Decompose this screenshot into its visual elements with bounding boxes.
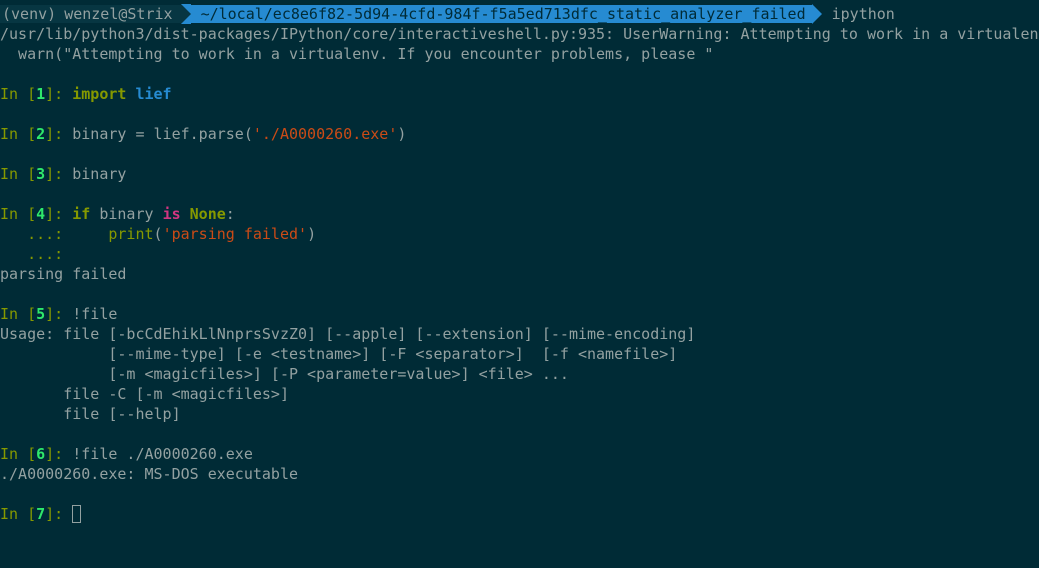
in-prompt-close: ]: [45, 85, 73, 103]
warning-line-1: /usr/lib/python3/dist-packages/IPython/c… [0, 25, 1039, 43]
code-text: !file ./A0000260.exe [72, 445, 253, 463]
in-prompt-close: ]: [45, 165, 73, 183]
code-text: binary = lief.parse( [72, 125, 253, 143]
output-text: parsing failed [0, 265, 127, 283]
cwd-path-segment: ~/local/ec8e6f82-5d94-4cfd-984f-f5a5ed71… [190, 5, 812, 23]
output-text: file [--help] [0, 405, 181, 423]
in-prompt-number: 2 [36, 125, 46, 143]
in-prompt-label: In [ [0, 305, 37, 323]
in-prompt-close: ]: [45, 505, 73, 523]
output-text: [-m <magicfiles>] [-P <parameter=value>]… [0, 365, 569, 383]
continuation-line: ...: [0, 244, 72, 264]
input-cell-3: In [3]: binary [0, 164, 126, 184]
user-host-segment: wenzel@Strix [58, 5, 181, 23]
in-prompt-close: ]: [45, 125, 73, 143]
builtin-print: print [108, 225, 154, 243]
keyword-is: is [162, 205, 181, 223]
input-cell-1: In [1]: import lief [0, 84, 172, 104]
string-literal: './A0000260.exe' [252, 125, 398, 143]
code-text: !file [72, 305, 118, 323]
input-cell-6: In [6]: !file ./A0000260.exe [0, 444, 253, 464]
shell-command: ipython [831, 5, 895, 23]
module-name: lief [135, 85, 172, 103]
shell-prompt-line: (venv) wenzel@Strix ~/local/ec8e6f82-5d94-… [0, 4, 895, 24]
output-text: file -C [-m <magicfiles>] [0, 385, 289, 403]
continuation-prompt: ...: [0, 245, 73, 263]
in-prompt-number: 6 [36, 445, 46, 463]
continuation-line: ...: print('parsing failed') [0, 225, 317, 243]
in-prompt-close: ]: [45, 445, 73, 463]
in-prompt-label: In [ [0, 125, 37, 143]
in-prompt-close: ]: [45, 305, 73, 323]
in-prompt-label: In [ [0, 505, 37, 523]
text-cursor[interactable] [72, 505, 82, 523]
output-text: ./A0000260.exe: MS-DOS executable [0, 465, 299, 483]
in-prompt-label: In [ [0, 165, 37, 183]
in-prompt-label: In [ [0, 85, 37, 103]
keyword-none: None [189, 205, 226, 223]
in-prompt-label: In [ [0, 205, 37, 223]
keyword-import: import [72, 85, 127, 103]
in-prompt-number: 1 [36, 85, 46, 103]
in-prompt-number: 4 [36, 205, 46, 223]
in-prompt-number: 7 [36, 505, 46, 523]
input-cell-5: In [5]: !file [0, 304, 117, 324]
terminal-window[interactable]: (venv) wenzel@Strix ~/local/ec8e6f82-5d94-… [0, 0, 1039, 568]
venv-segment: (venv) [0, 5, 59, 23]
continuation-prompt: ...: [0, 225, 73, 243]
in-prompt-close: ]: [45, 205, 73, 223]
keyword-if: if [72, 205, 91, 223]
output-text: [--mime-type] [-e <testname>] [-F <separ… [0, 345, 678, 363]
powerline-separator-icon [180, 4, 191, 24]
input-cell-7[interactable]: In [7]: [0, 504, 82, 524]
input-cell-4: In [4]: if binary is None: [0, 205, 235, 223]
in-prompt-number: 3 [36, 165, 46, 183]
string-literal: 'parsing failed' [162, 225, 308, 243]
in-prompt-label: In [ [0, 445, 37, 463]
input-cell-2: In [2]: binary = lief.parse('./A0000260.… [0, 125, 407, 143]
powerline-separator-icon [811, 4, 822, 24]
output-text: Usage: file [-bcCdEhikLlNnprsSvzZ0] [--a… [0, 325, 696, 343]
in-prompt-number: 5 [36, 305, 46, 323]
warning-line-2: warn("Attempting to work in a virtualenv… [0, 45, 714, 63]
code-text: binary [72, 165, 127, 183]
